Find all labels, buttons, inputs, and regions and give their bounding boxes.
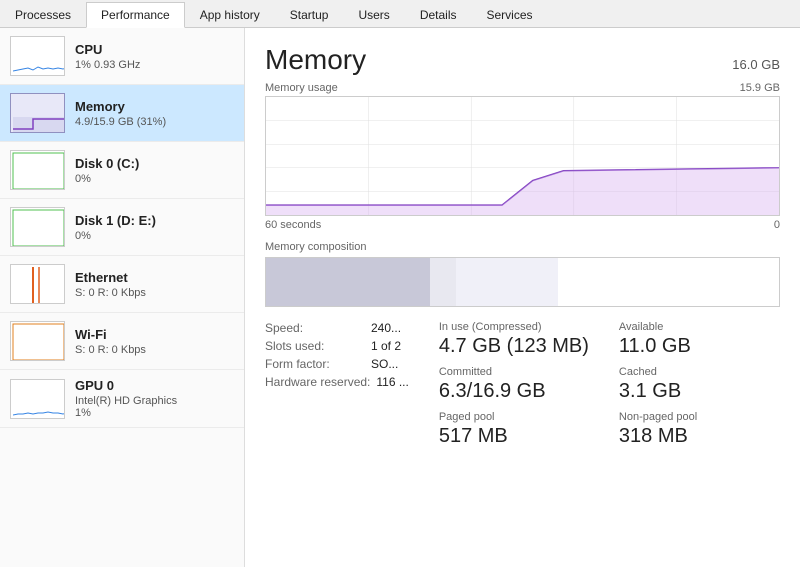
chart-time-label: 60 seconds [265,219,321,231]
gpu0-thumb [10,379,65,419]
stat-committed-label: Committed [439,366,589,378]
gpu0-stat: Intel(R) HD Graphics1% [75,395,177,419]
comp-modified [430,258,456,306]
cpu-info: CPU 1% 0.93 GHz [75,42,140,71]
wifi-stat: S: 0 R: 0 Kbps [75,344,146,356]
ethernet-name: Ethernet [75,270,146,285]
stat-available-value: 11.0 GB [619,335,780,358]
disk0-name: Disk 0 (C:) [75,156,139,171]
disk1-name: Disk 1 (D: E:) [75,213,156,228]
stat-nonpaged-label: Non-paged pool [619,411,780,423]
stat-available: Available 11.0 GB [619,321,780,358]
stat-cached: Cached 3.1 GB [619,366,780,403]
chart-max-label: 15.9 GB [740,82,780,94]
cpu-name: CPU [75,42,140,57]
ethernet-stat: S: 0 R: 0 Kbps [75,287,146,299]
disk0-thumb [10,150,65,190]
page-title: Memory [265,44,366,76]
comp-free [558,258,779,306]
sidebar-item-disk0[interactable]: Disk 0 (C:) 0% [0,142,244,199]
tab-performance[interactable]: Performance [86,2,185,28]
memory-usage-section: Memory usage 15.9 GB [265,82,780,231]
sidebar-item-memory[interactable]: Memory 4.9/15.9 GB (31%) [0,85,244,142]
total-ram: 16.0 GB [732,57,780,72]
comp-standby [456,258,559,306]
main-layout: CPU 1% 0.93 GHz Memory 4.9/15.9 GB (31%) [0,28,800,567]
tab-apphistory[interactable]: App history [185,1,275,27]
disk0-info: Disk 0 (C:) 0% [75,156,139,185]
stat-paged-value: 517 MB [439,425,589,448]
stat-paged-label: Paged pool [439,411,589,423]
stat-committed: Committed 6.3/16.9 GB [439,366,589,403]
stat-nonpaged-value: 318 MB [619,425,780,448]
tab-details[interactable]: Details [405,1,472,27]
sidebar-item-ethernet[interactable]: Ethernet S: 0 R: 0 Kbps [0,256,244,313]
stat-nonpaged: Non-paged pool 318 MB [619,411,780,448]
sidebar-item-wifi[interactable]: Wi-Fi S: 0 R: 0 Kbps [0,313,244,370]
stat-speed-row: Speed: 240... [265,321,409,335]
stat-slots-value: 1 of 2 [371,339,401,353]
memory-thumb [10,93,65,133]
disk1-thumb [10,207,65,247]
cpu-stat: 1% 0.93 GHz [75,59,140,71]
tab-services[interactable]: Services [472,1,548,27]
tab-users[interactable]: Users [343,1,404,27]
disk1-stat: 0% [75,230,156,242]
right-stats-block: Speed: 240... Slots used: 1 of 2 Form fa… [265,321,409,448]
stat-speed-label: Speed: [265,321,365,335]
memory-stat: 4.9/15.9 GB (31%) [75,116,166,128]
tab-startup[interactable]: Startup [275,1,344,27]
stat-speed-value: 240... [371,321,401,335]
stat-form-label: Form factor: [265,357,365,371]
chart-time-end: 0 [774,219,780,231]
stat-cached-label: Cached [619,366,780,378]
stat-slots-row: Slots used: 1 of 2 [265,339,409,353]
chart-label: Memory usage [265,82,338,94]
tab-processes[interactable]: Processes [0,1,86,27]
memory-chart [265,96,780,216]
chart-bottom-row: 60 seconds 0 [265,219,780,231]
ethernet-info: Ethernet S: 0 R: 0 Kbps [75,270,146,299]
stat-hwreserved-row: Hardware reserved: 116 ... [265,375,409,389]
gpu0-name: GPU 0 [75,378,177,393]
cpu-thumb [10,36,65,76]
disk0-stat: 0% [75,173,139,185]
sidebar-item-gpu0[interactable]: GPU 0 Intel(R) HD Graphics1% [0,370,244,428]
stat-inuse-label: In use (Compressed) [439,321,589,333]
content-area: Memory 16.0 GB Memory usage 15.9 GB [245,28,800,567]
stat-cached-value: 3.1 GB [619,380,780,403]
stat-hwreserved-label: Hardware reserved: [265,375,370,389]
sidebar: CPU 1% 0.93 GHz Memory 4.9/15.9 GB (31%) [0,28,245,567]
stat-form-row: Form factor: SO... [265,357,409,371]
ethernet-thumb [10,264,65,304]
stat-inuse-value: 4.7 GB (123 MB) [439,335,589,358]
tab-bar: Processes Performance App history Startu… [0,0,800,28]
wifi-thumb [10,321,65,361]
chart-label-row: Memory usage 15.9 GB [265,82,780,94]
content-header: Memory 16.0 GB [265,44,780,76]
sidebar-item-cpu[interactable]: CPU 1% 0.93 GHz [0,28,244,85]
stat-committed-value: 6.3/16.9 GB [439,380,589,403]
wifi-info: Wi-Fi S: 0 R: 0 Kbps [75,327,146,356]
sidebar-item-disk1[interactable]: Disk 1 (D: E:) 0% [0,199,244,256]
stat-paged: Paged pool 517 MB [439,411,589,448]
comp-inuse [266,258,430,306]
memory-name: Memory [75,99,166,114]
stat-inuse: In use (Compressed) 4.7 GB (123 MB) [439,321,589,358]
stat-slots-label: Slots used: [265,339,365,353]
stat-available-label: Available [619,321,780,333]
composition-bar [265,257,780,307]
gpu0-info: GPU 0 Intel(R) HD Graphics1% [75,378,177,419]
disk1-info: Disk 1 (D: E:) 0% [75,213,156,242]
wifi-name: Wi-Fi [75,327,146,342]
stats-area: In use (Compressed) 4.7 GB (123 MB) Avai… [265,321,780,448]
stat-form-value: SO... [371,357,398,371]
memory-composition-section: Memory composition [265,241,780,307]
stat-hwreserved-value: 116 ... [376,375,408,389]
memory-info: Memory 4.9/15.9 GB (31%) [75,99,166,128]
composition-label: Memory composition [265,241,780,253]
